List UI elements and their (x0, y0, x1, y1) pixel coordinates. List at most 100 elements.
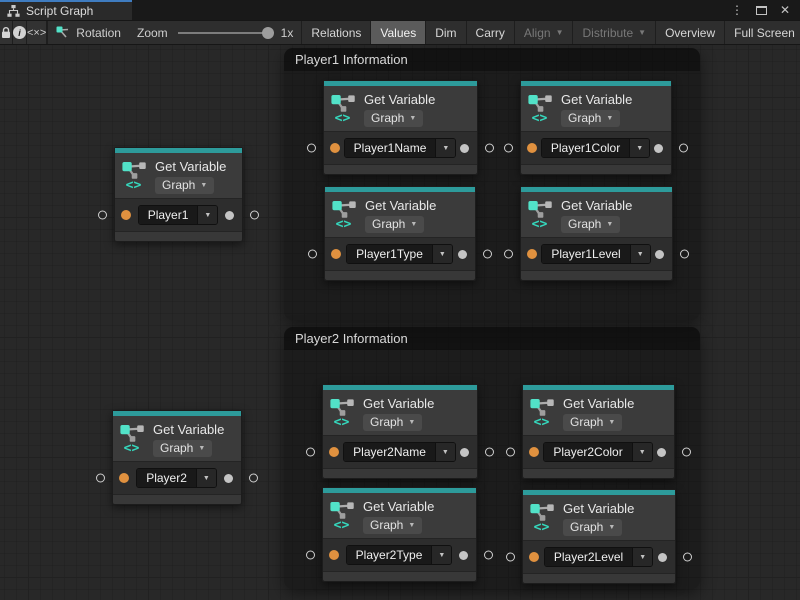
graph-kind-dropdown[interactable]: Graph ▼ (365, 216, 424, 233)
graph-kind-dropdown[interactable]: Graph ▼ (563, 414, 622, 431)
chevron-down-icon[interactable]: ▼ (435, 443, 455, 461)
port-ring-right[interactable] (249, 474, 258, 483)
get-variable-node[interactable]: <> Get Variable Graph ▼ Player1Type ▼ (324, 186, 476, 281)
port-ring-left[interactable] (98, 211, 107, 220)
chevron-down-icon[interactable]: ▼ (431, 546, 451, 564)
variable-dropdown[interactable]: Player1Color ▼ (541, 138, 650, 158)
lock-button[interactable] (0, 21, 13, 44)
port-ring-left[interactable] (506, 553, 515, 562)
graph-kind-dropdown[interactable]: Graph ▼ (563, 519, 622, 536)
port-ring-left[interactable] (306, 551, 315, 560)
value-input-port[interactable] (121, 210, 131, 220)
port-ring-left[interactable] (504, 250, 513, 259)
value-input-port[interactable] (529, 552, 539, 562)
toolbar-button-full-screen[interactable]: Full Screen (724, 21, 800, 44)
toolbar-button-values[interactable]: Values (370, 21, 425, 44)
port-ring-left[interactable] (504, 144, 513, 153)
chevron-down-icon[interactable]: ▼ (197, 206, 217, 224)
get-variable-node[interactable]: <> Get Variable Graph ▼ Player2Type ▼ (322, 487, 477, 582)
get-variable-node[interactable]: <> Get Variable Graph ▼ Player1Level ▼ (520, 186, 673, 281)
maximize-icon[interactable] (756, 6, 767, 15)
value-output-port[interactable] (459, 551, 468, 560)
toolbar-button-relations[interactable]: Relations (301, 21, 370, 44)
chevron-down-icon[interactable]: ▼ (196, 469, 216, 487)
toolbar-button-dim[interactable]: Dim (425, 21, 465, 44)
group-header[interactable]: Player1 Information (284, 48, 700, 71)
port-ring-right[interactable] (250, 211, 259, 220)
value-input-port[interactable] (527, 249, 537, 259)
graph-kind-dropdown[interactable]: Graph ▼ (364, 110, 423, 127)
port-ring-left[interactable] (308, 250, 317, 259)
get-variable-node[interactable]: <> Get Variable Graph ▼ Player1Name ▼ (323, 80, 478, 175)
chevron-down-icon[interactable]: ▼ (632, 443, 652, 461)
chevron-down-icon[interactable]: ▼ (629, 139, 649, 157)
variable-dropdown[interactable]: Player1 ▼ (138, 205, 219, 225)
get-variable-node[interactable]: <> Get Variable Graph ▼ Player2Level ▼ (522, 489, 676, 584)
variable-dropdown[interactable]: Player2Level ▼ (544, 547, 653, 567)
value-output-port[interactable] (225, 211, 234, 220)
graph-canvas[interactable]: Player1 Information Player2 Information … (0, 45, 800, 600)
value-input-port[interactable] (529, 447, 539, 457)
toolbar-button-overview[interactable]: Overview (655, 21, 724, 44)
value-input-port[interactable] (119, 473, 129, 483)
graph-kind-dropdown[interactable]: Graph ▼ (155, 177, 214, 194)
value-output-port[interactable] (655, 250, 664, 259)
toolbar-button-carry[interactable]: Carry (466, 21, 514, 44)
value-input-port[interactable] (330, 143, 340, 153)
close-icon[interactable]: ✕ (780, 4, 790, 16)
info-button[interactable]: i (13, 21, 27, 44)
port-ring-left[interactable] (307, 144, 316, 153)
port-ring-right[interactable] (680, 250, 689, 259)
value-output-port[interactable] (654, 144, 663, 153)
value-output-port[interactable] (460, 448, 469, 457)
chevron-down-icon[interactable]: ▼ (630, 245, 650, 263)
port-ring-right[interactable] (485, 144, 494, 153)
graph-kind-dropdown[interactable]: Graph ▼ (363, 517, 422, 534)
port-ring-left[interactable] (306, 448, 315, 457)
value-output-port[interactable] (224, 474, 233, 483)
port-ring-right[interactable] (683, 553, 692, 562)
variable-dropdown[interactable]: Player2Name ▼ (343, 442, 456, 462)
variable-dropdown[interactable]: Player1Level ▼ (541, 244, 650, 264)
port-ring-left[interactable] (506, 448, 515, 457)
value-output-port[interactable] (460, 144, 469, 153)
variable-dropdown[interactable]: Player2 ▼ (136, 468, 217, 488)
value-input-port[interactable] (329, 447, 339, 457)
graph-kind-dropdown[interactable]: Graph ▼ (153, 440, 212, 457)
variable-dropdown[interactable]: Player2Color ▼ (543, 442, 652, 462)
port-ring-right[interactable] (485, 448, 494, 457)
get-variable-node[interactable]: <> Get Variable Graph ▼ Player1 ▼ (114, 147, 243, 242)
graph-kind-dropdown[interactable]: Graph ▼ (561, 110, 620, 127)
tab-script-graph[interactable]: Script Graph (0, 0, 132, 20)
value-input-port[interactable] (329, 550, 339, 560)
get-variable-node[interactable]: <> Get Variable Graph ▼ Player2Name ▼ (322, 384, 478, 479)
chevron-down-icon[interactable]: ▼ (432, 245, 452, 263)
port-ring-right[interactable] (483, 250, 492, 259)
graph-kind-dropdown[interactable]: Graph ▼ (561, 216, 620, 233)
value-output-port[interactable] (458, 250, 467, 259)
value-input-port[interactable] (527, 143, 537, 153)
node-port-row: Player1Type ▼ (325, 238, 475, 271)
chevron-down-icon[interactable]: ▼ (632, 548, 652, 566)
get-variable-node[interactable]: <> Get Variable Graph ▼ Player1Color ▼ (520, 80, 672, 175)
value-input-port[interactable] (331, 249, 341, 259)
variable-dropdown[interactable]: Player1Type ▼ (346, 244, 453, 264)
node-header-text: Get Variable Graph ▼ (563, 394, 634, 435)
port-ring-right[interactable] (682, 448, 691, 457)
code-preview-button[interactable]: <×> (27, 21, 47, 44)
chevron-down-icon[interactable]: ▼ (435, 139, 455, 157)
group-header[interactable]: Player2 Information (284, 327, 700, 350)
port-ring-left[interactable] (96, 474, 105, 483)
zoom-slider[interactable] (178, 32, 271, 34)
window-menu-icon[interactable]: ⋮ (731, 4, 743, 16)
variable-dropdown[interactable]: Player2Type ▼ (346, 545, 453, 565)
zoom-slider-handle[interactable] (262, 27, 274, 39)
get-variable-node[interactable]: <> Get Variable Graph ▼ Player2 ▼ (112, 410, 242, 505)
get-variable-node[interactable]: <> Get Variable Graph ▼ Player2Color ▼ (522, 384, 675, 479)
variable-dropdown[interactable]: Player1Name ▼ (344, 138, 457, 158)
port-ring-right[interactable] (679, 144, 688, 153)
port-ring-right[interactable] (484, 551, 493, 560)
value-output-port[interactable] (657, 448, 666, 457)
value-output-port[interactable] (658, 553, 667, 562)
graph-kind-dropdown[interactable]: Graph ▼ (363, 414, 422, 431)
